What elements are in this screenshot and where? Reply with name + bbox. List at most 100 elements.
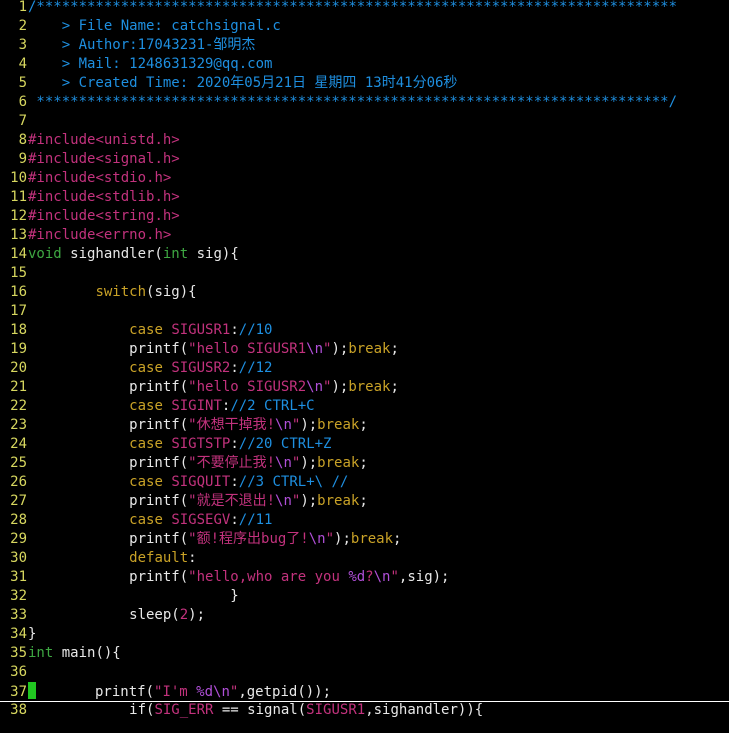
code-text[interactable]: ****************************************… [28, 93, 677, 112]
keyword-token: case [129, 322, 163, 338]
constant-token: SIGINT [171, 398, 222, 414]
code-line[interactable]: 30 default: [0, 549, 729, 568]
code-text[interactable]: printf("不要停止我!\n");break; [28, 454, 368, 473]
code-line[interactable]: 32 } [0, 587, 729, 606]
code-text[interactable]: > Created Time: 2020年05月21日 星期四 13时41分06… [28, 74, 458, 93]
code-text[interactable]: } [28, 587, 238, 606]
code-line[interactable]: 16 switch(sig){ [0, 283, 729, 302]
code-line[interactable]: 38 if(SIG_ERR == signal(SIGUSR1,sighandl… [0, 701, 729, 720]
code-text[interactable]: case SIGTSTP://20 CTRL+Z [28, 435, 331, 454]
code-text[interactable]: > Author:17043231-邹明杰 [28, 36, 256, 55]
code-text[interactable]: void sighandler(int sig){ [28, 245, 239, 264]
code-token: (sig){ [146, 284, 197, 300]
code-line[interactable]: 15 [0, 264, 729, 283]
code-line[interactable]: 6 **************************************… [0, 93, 729, 112]
code-line[interactable]: 11#include<stdlib.h> [0, 188, 729, 207]
code-text[interactable]: #include<stdlib.h> [28, 188, 180, 207]
comment-token: > File Name: catchsignal.c [28, 18, 281, 34]
code-text[interactable]: printf("I'm %d\n",getpid()); [28, 682, 331, 702]
code-line[interactable]: 4 > Mail: 1248631329@qq.com [0, 55, 729, 74]
code-text[interactable]: if(SIG_ERR == signal(SIGUSR1,sighandler)… [28, 701, 483, 720]
constant-token: SIGUSR1 [306, 702, 366, 718]
code-line[interactable]: 5 > Created Time: 2020年05月21日 星期四 13时41分… [0, 74, 729, 93]
code-line[interactable]: 29 printf("额!程序出bug了!\n");break; [0, 530, 729, 549]
code-line[interactable]: 8#include<unistd.h> [0, 131, 729, 150]
number-token: 2 [179, 607, 189, 623]
code-token: ; [359, 417, 368, 433]
line-number: 30 [10, 550, 27, 566]
code-text[interactable]: printf("hello,who are you %d?\n",sig); [28, 568, 449, 587]
code-token: sleep( [28, 607, 180, 623]
code-text[interactable]: #include<string.h> [28, 207, 180, 226]
code-text[interactable]: printf("休想干掉我!\n");break; [28, 416, 368, 435]
code-line[interactable]: 37 printf("I'm %d\n",getpid()); [0, 682, 729, 702]
code-line[interactable]: 18 case SIGUSR1://10 [0, 321, 729, 340]
include-path-token: <signal.h> [95, 151, 180, 167]
code-line[interactable]: 7 [0, 112, 729, 131]
code-line[interactable]: 9#include<signal.h> [0, 150, 729, 169]
code-text[interactable]: default: [28, 549, 196, 568]
code-line[interactable]: 36 [0, 663, 729, 682]
keyword-token: break [348, 379, 391, 395]
code-line[interactable]: 20 case SIGUSR2://12 [0, 359, 729, 378]
code-line[interactable]: 17 [0, 302, 729, 321]
code-text[interactable]: } [28, 625, 36, 644]
constant-token: SIGQUIT [171, 474, 231, 490]
code-text[interactable]: #include<stdio.h> [28, 169, 171, 188]
escape-token: \n [275, 455, 292, 471]
comment-token: //10 [238, 322, 273, 338]
code-line[interactable]: 27 printf("就是不退出!\n");break; [0, 492, 729, 511]
code-line[interactable]: 3 > Author:17043231-邹明杰 [0, 36, 729, 55]
code-line[interactable]: 34} [0, 625, 729, 644]
code-text[interactable]: case SIGQUIT://3 CTRL+\ // [28, 473, 348, 492]
line-number: 17 [10, 303, 27, 319]
code-token: : [230, 512, 239, 528]
line-number: 26 [10, 474, 27, 490]
code-line[interactable]: 35int main(){ [0, 644, 729, 663]
code-text[interactable]: case SIGINT://2 CTRL+C [28, 397, 314, 416]
code-line[interactable]: 23 printf("休想干掉我!\n");break; [0, 416, 729, 435]
include-path-token: <errno.h> [95, 227, 172, 243]
code-text[interactable]: int main(){ [28, 644, 121, 663]
code-line[interactable]: 12#include<string.h> [0, 207, 729, 226]
code-line[interactable]: 1/**************************************… [0, 0, 729, 17]
include-path-token: <string.h> [95, 208, 180, 224]
code-line[interactable]: 33 sleep(2); [0, 606, 729, 625]
line-number: 28 [10, 512, 27, 528]
code-text[interactable]: #include<errno.h> [28, 226, 171, 245]
line-number: 35 [10, 645, 27, 661]
code-text[interactable]: > Mail: 1248631329@qq.com [28, 55, 273, 74]
line-number: 24 [10, 436, 27, 452]
code-line[interactable]: 26 case SIGQUIT://3 CTRL+\ // [0, 473, 729, 492]
code-text[interactable]: switch(sig){ [28, 283, 197, 302]
code-text[interactable]: sleep(2); [28, 606, 205, 625]
keyword-token: case [129, 436, 163, 452]
code-text[interactable]: #include<unistd.h> [28, 131, 180, 150]
code-line[interactable]: 28 case SIGSEGV://11 [0, 511, 729, 530]
code-text[interactable]: /***************************************… [28, 0, 677, 17]
code-line[interactable]: 22 case SIGINT://2 CTRL+C [0, 397, 729, 416]
code-line[interactable]: 14void sighandler(int sig){ [0, 245, 729, 264]
code-text[interactable]: > File Name: catchsignal.c [28, 17, 281, 36]
vim-editor[interactable]: 1/**************************************… [0, 0, 729, 733]
code-text[interactable]: case SIGUSR1://10 [28, 321, 272, 340]
code-line[interactable]: 13#include<errno.h> [0, 226, 729, 245]
code-token: printf( [28, 569, 189, 585]
code-line[interactable]: 31 printf("hello,who are you %d?\n",sig)… [0, 568, 729, 587]
code-text[interactable]: printf("额!程序出bug了!\n");break; [28, 530, 401, 549]
line-number: 23 [10, 417, 27, 433]
code-text[interactable]: #include<signal.h> [28, 150, 180, 169]
code-text[interactable]: printf("hello SIGUSR2\n");break; [28, 378, 399, 397]
code-text[interactable]: printf("就是不退出!\n");break; [28, 492, 368, 511]
code-line[interactable]: 25 printf("不要停止我!\n");break; [0, 454, 729, 473]
code-text[interactable]: printf("hello SIGUSR1\n");break; [28, 340, 399, 359]
code-line[interactable]: 24 case SIGTSTP://20 CTRL+Z [0, 435, 729, 454]
code-line[interactable]: 2 > File Name: catchsignal.c [0, 17, 729, 36]
code-line[interactable]: 10#include<stdio.h> [0, 169, 729, 188]
code-text[interactable]: case SIGUSR2://12 [28, 359, 272, 378]
line-number: 14 [10, 246, 27, 262]
constant-token: SIGUSR1 [171, 322, 231, 338]
code-text[interactable]: case SIGSEGV://11 [28, 511, 272, 530]
code-line[interactable]: 19 printf("hello SIGUSR1\n");break; [0, 340, 729, 359]
code-line[interactable]: 21 printf("hello SIGUSR2\n");break; [0, 378, 729, 397]
